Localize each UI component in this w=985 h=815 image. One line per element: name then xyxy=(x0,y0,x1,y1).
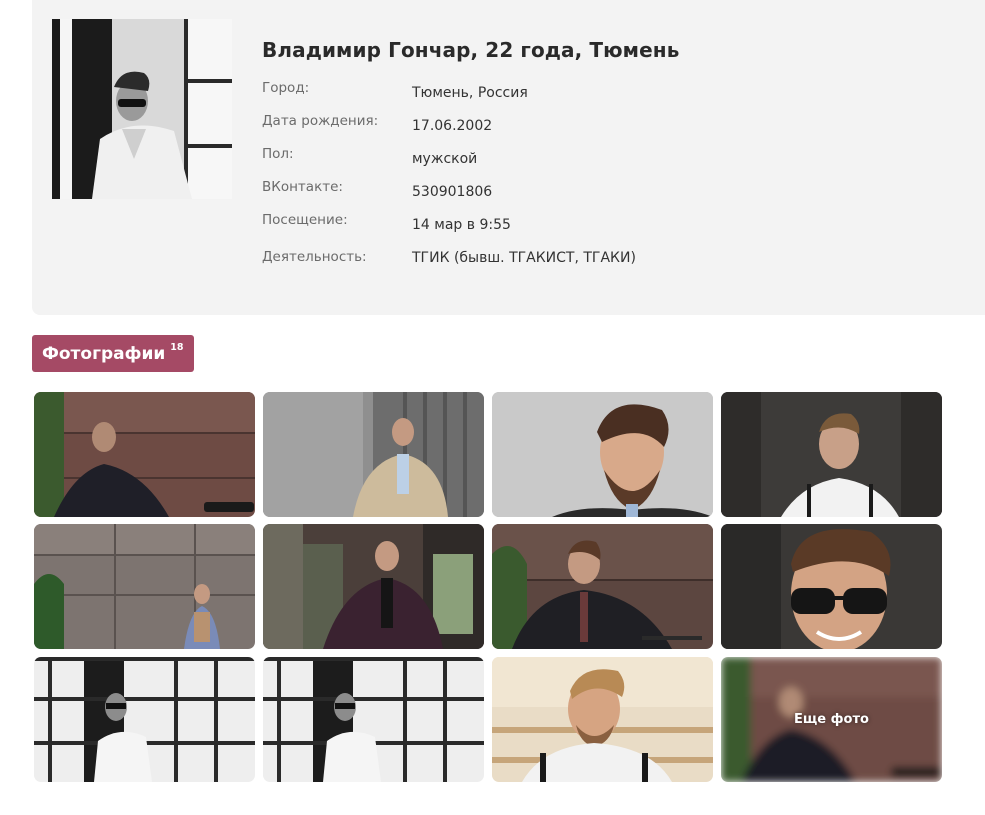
more-photos-label: Еще фото xyxy=(794,712,869,727)
photo-icon xyxy=(34,524,255,649)
photos-title: Фотографии xyxy=(42,343,166,364)
info-label: ВКонтакте: xyxy=(262,179,343,195)
photo-icon xyxy=(34,657,255,782)
profile-page: Владимир Гончар, 22 года, Тюмень Город: … xyxy=(0,0,985,815)
photos-count: 18 xyxy=(170,342,184,353)
info-value: 17.06.2002 xyxy=(412,118,493,134)
photo-icon xyxy=(721,524,942,649)
info-row-last-visit: Посещение: 14 мар в 9:55 xyxy=(262,212,962,238)
info-value: 14 мар в 9:55 xyxy=(412,217,511,233)
profile-card: Владимир Гончар, 22 года, Тюмень Город: … xyxy=(32,0,985,315)
photo-icon xyxy=(263,392,484,517)
info-value: ТГИК (бывш. ТГАКИСТ, ТГАКИ) xyxy=(412,250,636,266)
info-label: Дата рождения: xyxy=(262,113,379,129)
photo-thumbnail[interactable] xyxy=(721,392,942,517)
photo-thumbnail[interactable] xyxy=(263,392,484,517)
photos-header-button[interactable]: Фотографии 18 xyxy=(32,335,194,372)
photo-thumbnail[interactable] xyxy=(492,524,713,649)
photo-thumbnail[interactable] xyxy=(721,524,942,649)
photo-gallery: Еще фото xyxy=(34,392,944,784)
info-row-gender: Пол: мужской xyxy=(262,146,962,172)
photo-icon xyxy=(263,524,484,649)
avatar-photo-icon xyxy=(52,19,232,199)
info-row-vk: ВКонтакте: 530901806 xyxy=(262,179,962,205)
photo-thumbnail[interactable] xyxy=(34,657,255,782)
photo-thumbnail[interactable] xyxy=(34,524,255,649)
photo-icon xyxy=(492,524,713,649)
photo-icon xyxy=(492,657,713,782)
info-row-birthdate: Дата рождения: 17.06.2002 xyxy=(262,113,962,139)
info-label: Пол: xyxy=(262,146,294,162)
photo-icon xyxy=(721,392,942,517)
avatar[interactable] xyxy=(52,19,232,199)
info-label: Город: xyxy=(262,80,310,96)
more-photos-button[interactable]: Еще фото xyxy=(721,657,942,782)
photo-icon xyxy=(34,392,255,517)
info-label: Посещение: xyxy=(262,212,348,228)
photo-thumbnail[interactable] xyxy=(492,657,713,782)
photo-thumbnail[interactable] xyxy=(492,392,713,517)
photo-icon xyxy=(263,657,484,782)
photo-thumbnail[interactable] xyxy=(263,657,484,782)
photo-thumbnail[interactable] xyxy=(34,392,255,517)
info-value: Тюмень, Россия xyxy=(412,85,528,101)
info-row-activity: Деятельность: ТГИК (бывш. ТГАКИСТ, ТГАКИ… xyxy=(262,249,962,275)
profile-name: Владимир Гончар, 22 года, Тюмень xyxy=(262,38,680,62)
photo-icon xyxy=(492,392,713,517)
photo-thumbnail[interactable] xyxy=(263,524,484,649)
info-value[interactable]: 530901806 xyxy=(412,184,492,200)
info-value: мужской xyxy=(412,151,478,167)
info-label: Деятельность: xyxy=(262,249,367,265)
info-row-city: Город: Тюмень, Россия xyxy=(262,80,962,106)
